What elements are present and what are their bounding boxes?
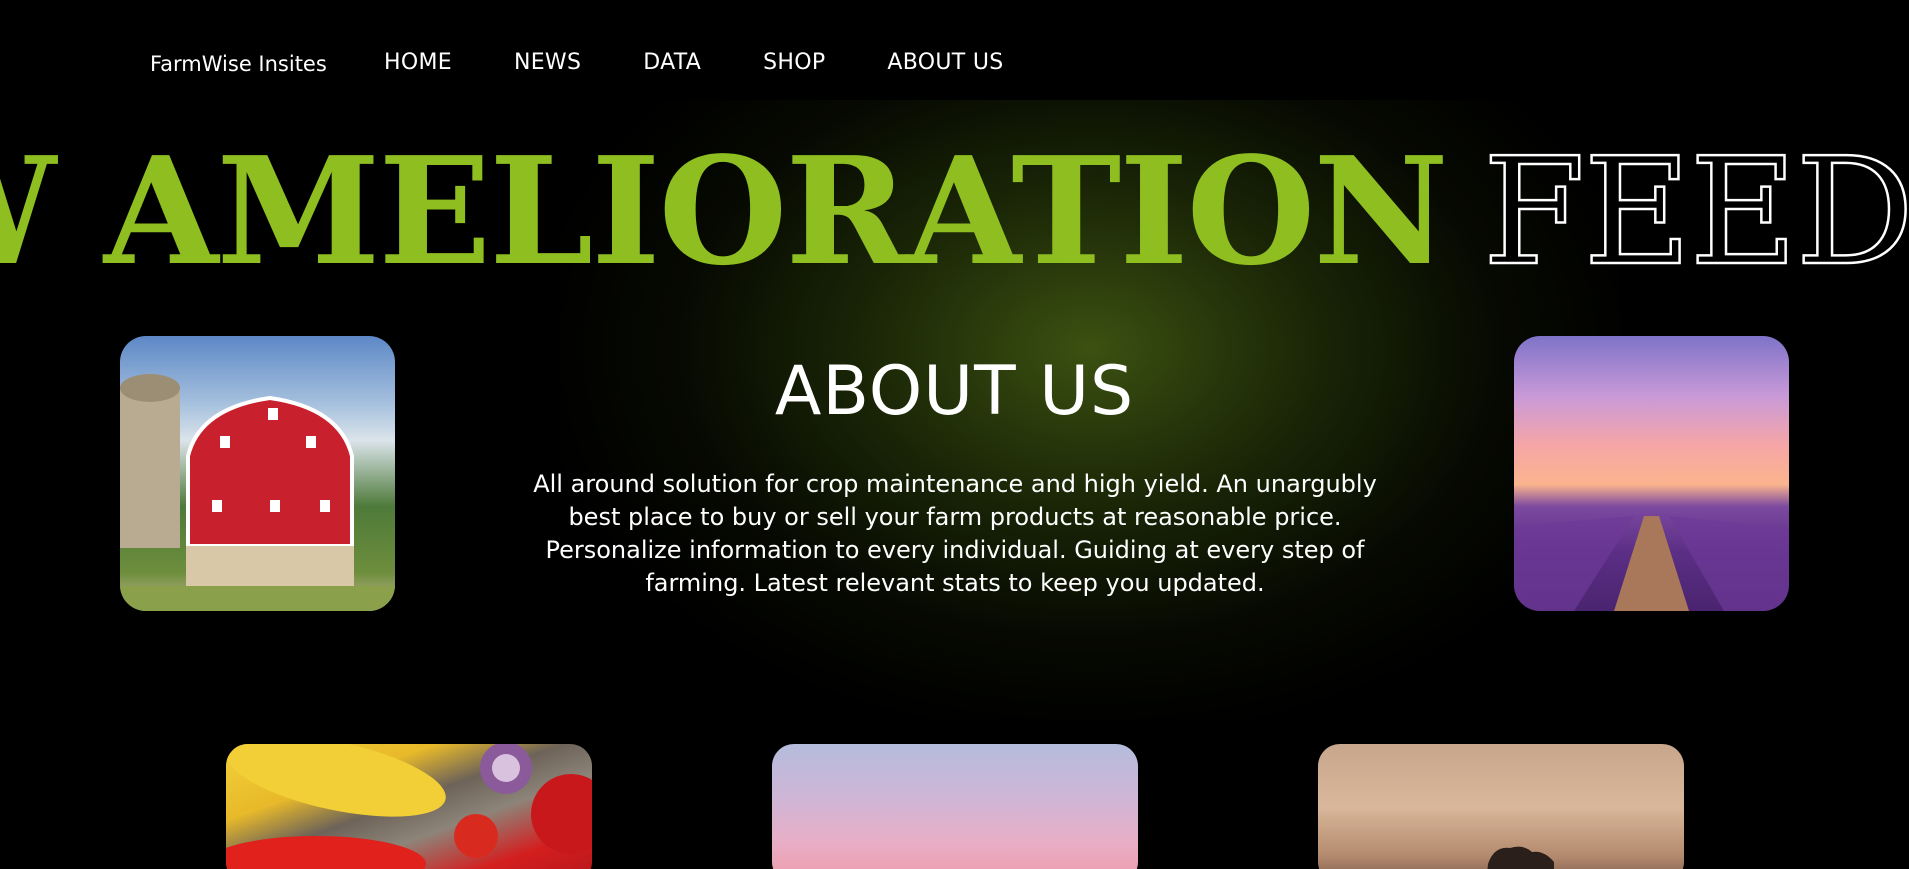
marquee-track: W AMELIORATIONFEEDIN [0,136,1909,286]
nav-link-data[interactable]: DATA [643,50,701,75]
nav-link-shop[interactable]: SHOP [763,50,825,75]
horse-silhouette-illustration [1487,846,1554,869]
horse-card[interactable] [1318,744,1684,869]
page: FarmWise Insites HOME NEWS DATA SHOP ABO… [0,0,1909,869]
nav-link-home[interactable]: HOME [384,50,452,75]
brand-logo-link[interactable]: FarmWise Insites [150,52,327,76]
top-navigation: FarmWise Insites HOME NEWS DATA SHOP ABO… [0,0,1909,130]
nav-item-home: HOME [384,50,452,75]
nav-item-data: DATA [643,50,701,75]
vegetables-illustration [226,744,592,869]
vegetables-card[interactable] [226,744,592,869]
marquee-filled-text: W AMELIORATION [0,136,1449,286]
nav-item-about-us: ABOUT US [887,50,1003,75]
scrolling-marquee: W AMELIORATIONFEEDIN [0,136,1909,286]
about-us-heading: ABOUT US [774,352,1135,431]
about-us-description: All around solution for crop maintenance… [533,470,1377,597]
marquee-outlined-text: FEEDIN [1481,136,1909,286]
nav-links: HOME NEWS DATA SHOP ABOUT US [384,50,1004,75]
nav-item-news: NEWS [514,50,581,75]
nav-link-about-us[interactable]: ABOUT US [887,50,1003,75]
nav-link-news[interactable]: NEWS [514,50,581,75]
sunset-sky-card[interactable] [772,744,1138,869]
nav-item-shop: SHOP [763,50,825,75]
